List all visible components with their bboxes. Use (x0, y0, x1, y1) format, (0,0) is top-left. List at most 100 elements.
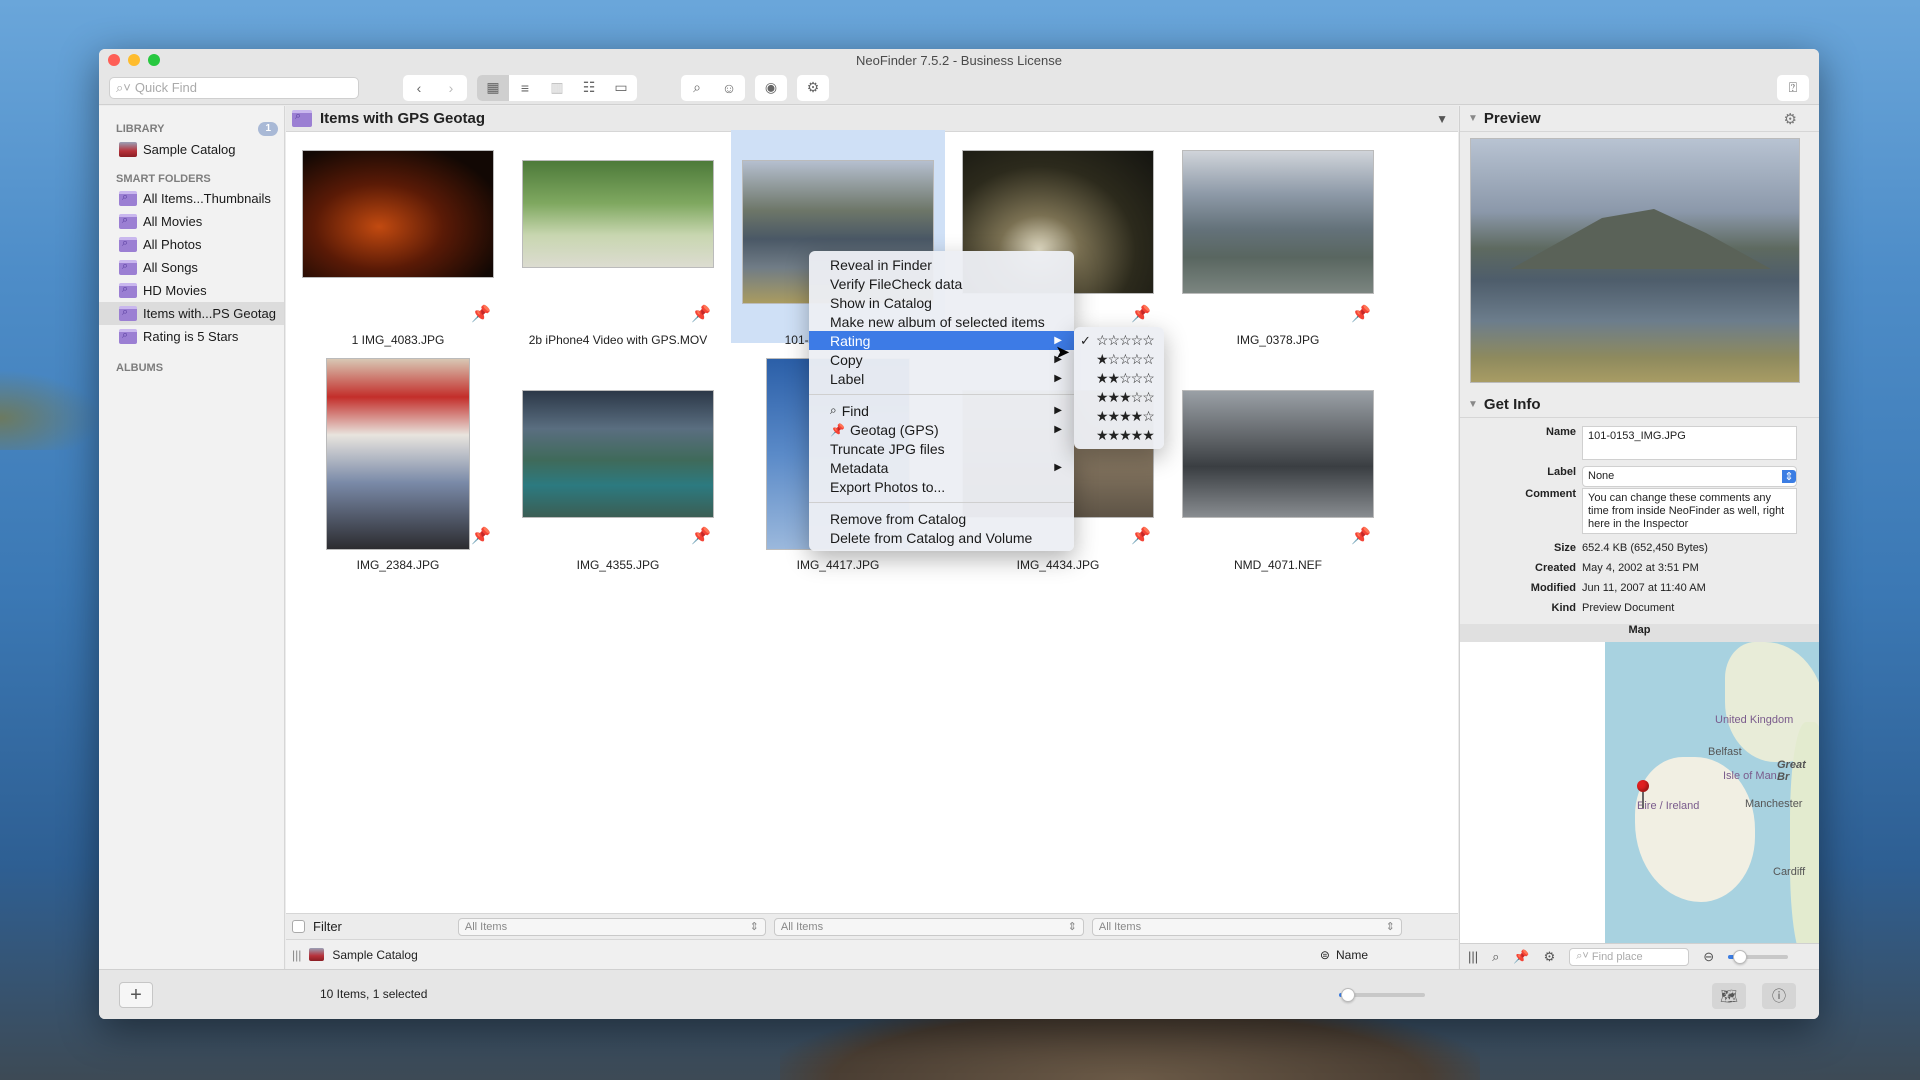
disclosure-triangle-icon[interactable]: ▼ (1468, 399, 1478, 410)
sidebar-item-sample-catalog[interactable]: Sample Catalog (99, 138, 284, 161)
find-button[interactable]: ⌕ (681, 75, 713, 101)
icon-view-button[interactable]: ▦ (477, 74, 509, 101)
back-button[interactable]: ‹ (403, 75, 435, 101)
thumbnail-caption: IMG_0378.JPG (1236, 333, 1320, 347)
filter-popup-value: All Items (1098, 920, 1142, 933)
filmstrip-icon: ▭ (614, 79, 628, 95)
pin-icon[interactable]: 📌 (1513, 949, 1529, 965)
thumbnail-item[interactable]: 📌 IMG_0378.JPG (1171, 136, 1385, 361)
resize-handle-icon[interactable]: ||| (1468, 949, 1478, 964)
sidebar-item-gps-geotag[interactable]: Items with...PS Geotag (99, 302, 284, 325)
columns-icon: ▥ (550, 79, 564, 95)
menu-item-geotag-gps[interactable]: 📌 Geotag (GPS) ▶ (809, 420, 1074, 439)
menu-item-rating[interactable]: Rating ▶ (809, 331, 1074, 350)
menu-item-metadata[interactable]: Metadata ▶ (809, 458, 1074, 477)
info-label: Label (1547, 466, 1576, 478)
slider-knob[interactable] (1341, 988, 1355, 1002)
menu-item-truncate-jpg-files[interactable]: Truncate JPG files (809, 439, 1074, 458)
thumbnail-item[interactable]: 📌 1 IMG_4083.JPG (291, 136, 505, 361)
settings-button[interactable]: ⚙ (797, 75, 829, 101)
gear-icon[interactable]: ⚙ (1784, 110, 1797, 128)
menu-item-label: Verify FileCheck data (830, 275, 963, 292)
menu-item-label: Reveal in Finder (830, 256, 932, 273)
filter-bar: Filter All Items ⇕ All Items ⇕ All Items ⇕ (286, 913, 1458, 939)
path-catalog[interactable]: Sample Catalog (332, 948, 417, 962)
slider-knob[interactable] (1733, 949, 1748, 964)
rating-option-3-stars[interactable]: ★★★☆☆ (1074, 388, 1164, 407)
rating-option-4-stars[interactable]: ★★★★☆ (1074, 407, 1164, 426)
filter-label: Filter (313, 919, 342, 934)
add-button[interactable]: + (119, 982, 153, 1008)
modified-value: Jun 11, 2007 at 11:40 AM (1582, 582, 1706, 594)
filter-popup-3[interactable]: All Items ⇕ (1091, 917, 1402, 936)
sidebar-item-label: All Songs (143, 260, 198, 275)
resize-handle-icon[interactable]: ||| (292, 948, 301, 962)
filter-checkbox[interactable] (292, 920, 305, 933)
info-section-header[interactable]: ▼ Get Info (1460, 392, 1819, 418)
search-icon[interactable]: ⌕ (1492, 949, 1499, 965)
find-place-input[interactable]: ⌕˅ Find place (1569, 947, 1690, 966)
sidebar-item-all-songs[interactable]: All Songs (99, 256, 284, 279)
sidebar-item-hd-movies[interactable]: HD Movies (99, 279, 284, 302)
close-button[interactable] (108, 54, 120, 66)
submenu-arrow-icon: ▶ (1054, 424, 1062, 435)
name-field[interactable]: 101-0153_IMG.JPG (1582, 426, 1797, 460)
detail-view-button[interactable]: ☷ (573, 75, 605, 101)
filter-popup-1[interactable]: All Items ⇕ (457, 917, 766, 936)
menu-item-show-in-catalog[interactable]: Show in Catalog (809, 293, 1074, 312)
zoom-out-icon[interactable]: ⊖ (1703, 949, 1714, 965)
disclosure-triangle-icon[interactable]: ▼ (1468, 113, 1478, 124)
rating-option-1-stars[interactable]: ★☆☆☆☆ (1074, 350, 1164, 369)
triangle-down-icon[interactable]: ▼ (1436, 112, 1448, 126)
filmstrip-view-button[interactable]: ▭ (605, 75, 637, 101)
sidebar-item-rating-5-stars[interactable]: Rating is 5 Stars (99, 325, 284, 348)
filter-popup-2[interactable]: All Items ⇕ (773, 917, 1084, 936)
rating-option-2-stars[interactable]: ★★☆☆☆ (1074, 369, 1164, 388)
sidebar-item-all-items[interactable]: All Items...Thumbnails (99, 187, 284, 210)
rating-option-0-stars[interactable]: ✓ ☆☆☆☆☆ (1074, 331, 1164, 350)
forward-button[interactable]: › (435, 75, 467, 101)
sort-label[interactable]: Name (1336, 948, 1368, 962)
sidebar-item-all-movies[interactable]: All Movies (99, 210, 284, 233)
map-pin-icon[interactable] (1637, 780, 1649, 792)
preview-section-header[interactable]: ▼ Preview ⚙ (1460, 106, 1819, 132)
quicklook-button[interactable]: ◉ (755, 75, 787, 101)
sidebar-item-all-photos[interactable]: All Photos (99, 233, 284, 256)
gear-icon[interactable]: ⚙ (1544, 949, 1556, 965)
plus-icon: + (130, 984, 142, 1006)
menu-item-make-new-album-of-selected-items[interactable]: Make new album of selected items (809, 312, 1074, 331)
thumbnail-item[interactable]: 📌 2b iPhone4 Video with GPS.MOV (511, 136, 725, 361)
person-icon: ☺ (721, 79, 737, 96)
thumbnail-item[interactable]: 📌 IMG_2384.JPG (291, 358, 505, 583)
comment-field[interactable]: You can change these comments any time f… (1582, 488, 1797, 534)
map-zoom-slider[interactable] (1728, 949, 1789, 964)
quick-find-input[interactable]: ⌕˅ Quick Find (109, 76, 359, 99)
info-row-kind: Kind Preview Document (1460, 602, 1819, 614)
info-toggle-button[interactable]: ⓘ (1762, 983, 1796, 1009)
people-button[interactable]: ☺ (713, 75, 745, 101)
column-view-button[interactable]: ▥ (541, 75, 573, 101)
label-select[interactable]: None ⇕ (1582, 466, 1797, 487)
kind-value: Preview Document (1582, 602, 1675, 614)
inspector-toggle-button[interactable]: ⍰ (1777, 75, 1809, 101)
menu-item-verify-filecheck-data[interactable]: Verify FileCheck data (809, 274, 1074, 293)
map-view[interactable]: United Kingdom Belfast Isle of Man Great… (1605, 642, 1819, 943)
menu-item-label[interactable]: Label ▶ (809, 369, 1074, 388)
thumbnail-size-slider[interactable] (1339, 988, 1425, 1002)
menu-item-reveal-in-finder[interactable]: Reveal in Finder (809, 255, 1074, 274)
menu-item-find[interactable]: ⌕ Find ▶ (809, 401, 1074, 420)
menu-item-export-photos-to[interactable]: Export Photos to... (809, 477, 1074, 496)
menu-item-delete-from-catalog-and-volume[interactable]: Delete from Catalog and Volume (809, 528, 1074, 547)
search-icon: ⌕ (693, 79, 701, 95)
menu-item-copy[interactable]: Copy ▶ (809, 350, 1074, 369)
thumbnail-item[interactable]: 📌 IMG_4355.JPG (511, 358, 725, 583)
zoom-button[interactable] (148, 54, 160, 66)
minimize-button[interactable] (128, 54, 140, 66)
menu-item-remove-from-catalog[interactable]: Remove from Catalog (809, 509, 1074, 528)
sidebar-item-label: All Photos (143, 237, 202, 252)
thumbnail-item[interactable]: 📌 NMD_4071.NEF (1171, 358, 1385, 583)
list-view-button[interactable]: ≡ (509, 75, 541, 101)
star-rating-icons: ★☆☆☆☆ (1096, 351, 1155, 367)
rating-option-5-stars[interactable]: ★★★★★ (1074, 426, 1164, 445)
map-toggle-button[interactable]: 🗺 (1712, 983, 1746, 1009)
